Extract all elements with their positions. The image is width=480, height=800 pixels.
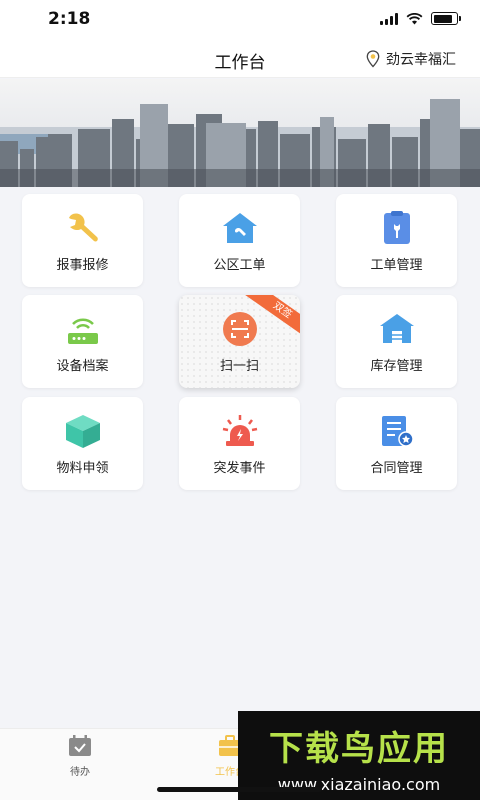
location-pin-icon: [366, 50, 380, 68]
tab-label: 待办: [70, 767, 90, 778]
tile-label: 物料申领: [56, 461, 109, 476]
router-icon: [67, 318, 98, 344]
tile-public-area-orders[interactable]: 公区工单: [179, 194, 300, 287]
tile-inventory-management[interactable]: 库存管理: [336, 295, 457, 388]
tile-label: 突发事件: [213, 461, 266, 476]
calendar-check-icon: [69, 735, 91, 756]
tile-label: 工单管理: [370, 258, 423, 273]
watermark-title: 下载鸟应用: [269, 729, 449, 769]
house-wrench-icon: [222, 213, 257, 243]
tile-label: 设备档案: [56, 359, 109, 374]
home-indicator[interactable]: [157, 787, 322, 792]
tile-label: 库存管理: [370, 359, 423, 374]
wrench-icon: [68, 213, 98, 242]
tile-label: 公区工单: [213, 258, 266, 273]
tile-label: 报事报修: [56, 258, 109, 273]
status-icons: [380, 12, 461, 25]
tab-todo[interactable]: 待办: [50, 735, 110, 778]
nav-bar: 工作台 劲云幸福汇: [0, 40, 480, 78]
box-icon: [65, 415, 100, 448]
tile-scan[interactable]: 双签 扫一扫: [179, 295, 300, 388]
battery-icon: [431, 12, 461, 25]
wifi-icon: [406, 12, 423, 24]
city-skyline-image: [0, 99, 480, 187]
status-bar: 2:18: [0, 0, 480, 40]
contract-icon: [381, 416, 414, 447]
scan-icon: [222, 312, 257, 346]
tile-equipment-records[interactable]: 设备档案: [22, 295, 143, 388]
location-selector[interactable]: 劲云幸福汇: [366, 49, 456, 69]
tile-emergency-events[interactable]: 突发事件: [179, 397, 300, 490]
tile-report-repair[interactable]: 报事报修: [22, 194, 143, 287]
tile-order-management[interactable]: 工单管理: [336, 194, 457, 287]
banner-image: [0, 79, 480, 187]
tile-label: 扫一扫: [219, 359, 259, 374]
clipboard-wrench-icon: [383, 211, 410, 244]
cellular-signal-icon: [380, 12, 398, 25]
warehouse-icon: [379, 314, 414, 343]
tile-contract-management[interactable]: 合同管理: [336, 397, 457, 490]
battery-fill: [433, 14, 453, 23]
siren-icon: [222, 415, 257, 446]
tile-material-requisition[interactable]: 物料申领: [22, 397, 143, 490]
tile-label: 合同管理: [370, 461, 423, 476]
status-time: 2:18: [48, 9, 91, 29]
location-name: 劲云幸福汇: [386, 52, 456, 68]
